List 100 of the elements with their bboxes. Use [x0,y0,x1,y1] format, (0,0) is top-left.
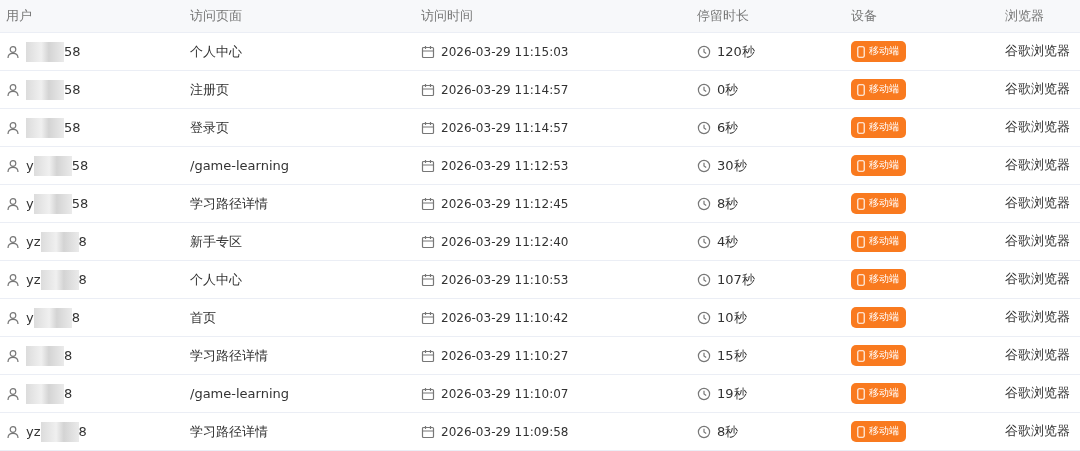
clock-icon [697,234,711,249]
blur-mask [33,307,72,328]
calendar-icon [421,82,435,97]
duration-text: 15秒 [717,346,747,365]
browser-text: 谷歌浏览器 [1005,43,1070,60]
page-text: 个人中心 [190,270,242,289]
calendar-icon [421,234,435,249]
device-badge: 移动端 [851,421,906,442]
duration-text: 6秒 [717,118,739,137]
phone-icon [857,235,865,248]
device-badge: 移动端 [851,155,906,176]
username-text: 8 [71,310,80,325]
clock-icon [697,120,711,135]
column-header: 访问时间 [421,7,473,25]
calendar-icon [421,196,435,211]
browser-text: 谷歌浏览器 [1005,271,1070,288]
clock-icon [697,158,711,173]
phone-icon [857,159,865,172]
visit-time: 2026-03-29 11:14:57 [441,82,569,97]
device-badge: 移动端 [851,79,906,100]
blur-mask [40,231,79,252]
visit-time: 2026-03-29 11:12:40 [441,234,569,249]
browser-text: 谷歌浏览器 [1005,157,1070,174]
username-text: 8 [78,234,87,249]
browser-text: 谷歌浏览器 [1005,423,1070,440]
page-text: /game-learning [190,386,289,401]
device-badge: 移动端 [851,117,906,138]
visit-time: 2026-03-29 11:10:42 [441,310,569,325]
username-text: yz [26,272,41,287]
browser-text: 谷歌浏览器 [1005,195,1070,212]
browser-text: 谷歌浏览器 [1005,347,1070,364]
duration-text: 10秒 [717,308,747,327]
calendar-icon [421,120,435,135]
page-text: 学习路径详情 [190,194,268,213]
user-icon [6,120,20,135]
user-icon [6,196,20,211]
device-badge: 移动端 [851,345,906,366]
calendar-icon [421,348,435,363]
visit-time: 2026-03-29 11:10:53 [441,272,569,287]
page-text: 注册页 [190,80,229,99]
visit-time: 2026-03-29 11:12:53 [441,158,569,173]
username-text: yz [26,234,41,249]
browser-text: 谷歌浏览器 [1005,81,1070,98]
phone-icon [857,197,865,210]
device-badge: 移动端 [851,41,906,62]
clock-icon [697,424,711,439]
user-icon [6,424,20,439]
blur-mask [26,345,64,366]
page-text: 学习路径详情 [190,422,268,441]
page-text: 登录页 [190,118,229,137]
clock-icon [697,386,711,401]
column-header: 访问页面 [190,7,242,25]
username-text: 58 [64,120,81,135]
device-badge: 移动端 [851,307,906,328]
username-text: 8 [78,272,87,287]
calendar-icon [421,310,435,325]
user-icon [6,348,20,363]
browser-text: 谷歌浏览器 [1005,119,1070,136]
username-text: 8 [64,348,73,363]
page-text: 新手专区 [190,232,242,251]
duration-text: 120秒 [717,42,755,61]
blur-mask [26,383,64,404]
username-text: 58 [64,44,81,59]
user-icon [6,234,20,249]
column-header: 设备 [851,7,877,25]
duration-text: 30秒 [717,156,747,175]
blur-mask [40,421,79,442]
clock-icon [697,272,711,287]
user-icon [6,386,20,401]
column-header: 浏览器 [1005,7,1044,25]
username-text: 8 [78,424,87,439]
phone-icon [857,45,865,58]
phone-icon [857,311,865,324]
calendar-icon [421,158,435,173]
visit-time: 2026-03-29 11:10:07 [441,386,569,401]
column-header: 用户 [6,7,32,25]
calendar-icon [421,272,435,287]
phone-icon [857,273,865,286]
user-icon [6,272,20,287]
visit-time: 2026-03-29 11:09:58 [441,424,569,439]
clock-icon [697,82,711,97]
duration-text: 0秒 [717,80,739,99]
phone-icon [857,121,865,134]
page-text: 首页 [190,308,216,327]
blur-mask [33,193,72,214]
page-text: /game-learning [190,158,289,173]
column-header: 停留时长 [697,7,749,25]
clock-icon [697,44,711,59]
device-badge: 移动端 [851,383,906,404]
username-text: yz [26,424,41,439]
username-text: 58 [71,158,89,173]
blur-mask [26,41,64,62]
duration-text: 19秒 [717,384,747,403]
calendar-icon [421,424,435,439]
phone-icon [857,425,865,438]
username-text: 8 [64,386,73,401]
browser-text: 谷歌浏览器 [1005,385,1070,402]
username-text: y [26,310,34,325]
visit-time: 2026-03-29 11:10:27 [441,348,569,363]
duration-text: 8秒 [717,422,739,441]
